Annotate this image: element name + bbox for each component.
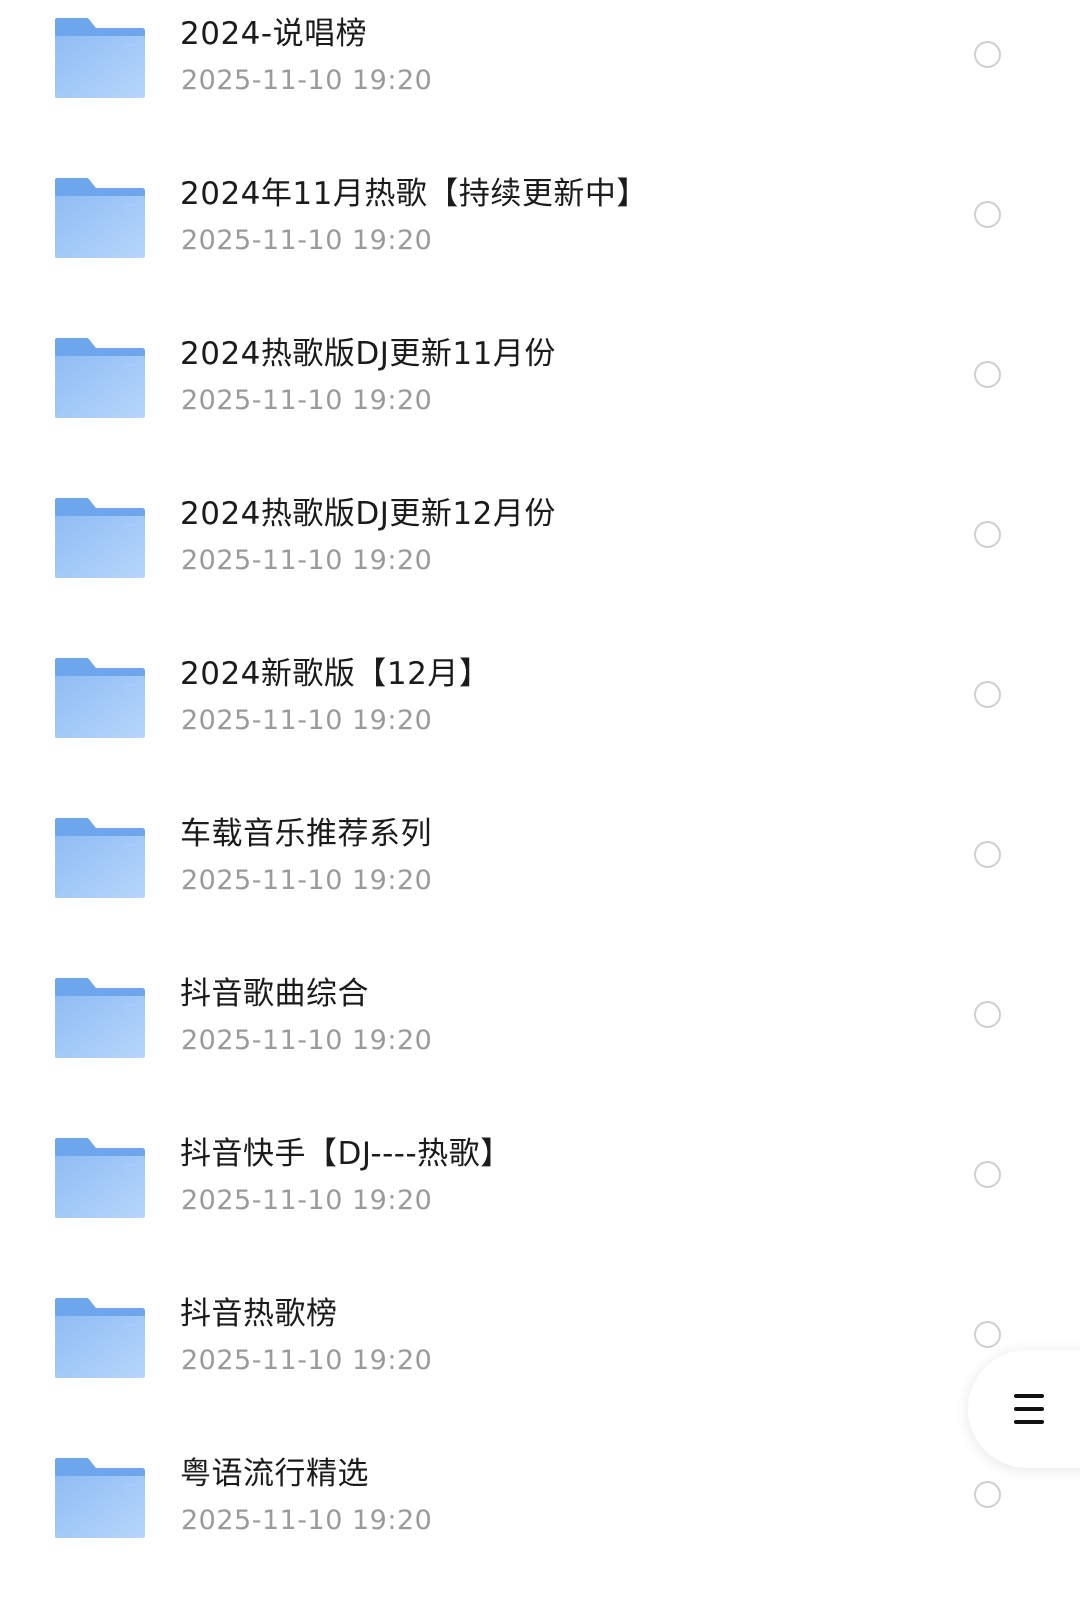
- folder-row[interactable]: 抖音热歌榜 2025-11-10 19:20: [0, 1280, 1080, 1440]
- hamburger-menu-icon: [1014, 1394, 1044, 1424]
- folder-date: 2025-11-10 19:20: [181, 705, 433, 736]
- folder-icon: [55, 1138, 145, 1218]
- folder-icon: [55, 818, 145, 898]
- folder-icon: [55, 1458, 145, 1538]
- folder-date: 2025-11-10 19:20: [181, 1025, 433, 1056]
- folder-name: 2024年11月热歌【持续更新中】: [180, 176, 648, 212]
- folder-date: 2025-11-10 19:20: [181, 1345, 433, 1376]
- folder-name: 抖音歌曲综合: [180, 976, 369, 1012]
- radio-circle-icon[interactable]: [974, 1161, 1001, 1188]
- folder-name: 抖音快手【DJ----热歌】: [180, 1136, 512, 1172]
- folder-date: 2025-11-10 19:20: [181, 65, 433, 96]
- folder-row[interactable]: 2024年11月热歌【持续更新中】 2025-11-10 19:20: [0, 160, 1080, 320]
- folder-row[interactable]: 2024热歌版DJ更新12月份 2025-11-10 19:20: [0, 480, 1080, 640]
- folder-date: 2025-11-10 19:20: [181, 545, 433, 576]
- folder-row[interactable]: 抖音快手【DJ----热歌】 2025-11-10 19:20: [0, 1120, 1080, 1280]
- folder-name: 粤语流行精选: [180, 1456, 369, 1492]
- menu-button[interactable]: [968, 1350, 1080, 1468]
- folder-name: 车载音乐推荐系列: [180, 816, 432, 852]
- radio-circle-icon[interactable]: [974, 361, 1001, 388]
- folder-icon: [55, 1298, 145, 1378]
- folder-date: 2025-11-10 19:20: [181, 865, 433, 896]
- folder-name: 2024热歌版DJ更新11月份: [180, 336, 556, 372]
- folder-icon: [55, 498, 145, 578]
- folder-name: 2024热歌版DJ更新12月份: [180, 496, 556, 532]
- radio-circle-icon[interactable]: [974, 841, 1001, 868]
- radio-circle-icon[interactable]: [974, 201, 1001, 228]
- folder-row[interactable]: 2024-说唱榜 2025-11-10 19:20: [0, 0, 1080, 160]
- folder-row[interactable]: 2024新歌版【12月】 2025-11-10 19:20: [0, 640, 1080, 800]
- folder-name: 抖音热歌榜: [180, 1296, 338, 1332]
- radio-circle-icon[interactable]: [974, 1481, 1001, 1508]
- folder-list: 2024-说唱榜 2025-11-10 19:20 2024年11月热歌【持续更…: [0, 0, 1080, 1584]
- folder-icon: [55, 338, 145, 418]
- radio-circle-icon[interactable]: [974, 1321, 1001, 1348]
- folder-date: 2025-11-10 19:20: [181, 385, 433, 416]
- folder-date: 2025-11-10 19:20: [181, 1505, 433, 1536]
- radio-circle-icon[interactable]: [974, 521, 1001, 548]
- folder-date: 2025-11-10 19:20: [181, 225, 433, 256]
- folder-icon: [55, 978, 145, 1058]
- folder-row[interactable]: 2024热歌版DJ更新11月份 2025-11-10 19:20: [0, 320, 1080, 480]
- folder-date: 2025-11-10 19:20: [181, 1185, 433, 1216]
- folder-name: 2024-说唱榜: [180, 16, 368, 52]
- folder-name: 2024新歌版【12月】: [180, 656, 491, 692]
- folder-icon: [55, 658, 145, 738]
- folder-row[interactable]: 抖音歌曲综合 2025-11-10 19:20: [0, 960, 1080, 1120]
- folder-icon: [55, 18, 145, 98]
- folder-row[interactable]: 粤语流行精选 2025-11-10 19:20: [0, 1440, 1080, 1600]
- radio-circle-icon[interactable]: [974, 681, 1001, 708]
- radio-circle-icon[interactable]: [974, 41, 1001, 68]
- radio-circle-icon[interactable]: [974, 1001, 1001, 1028]
- folder-row[interactable]: 车载音乐推荐系列 2025-11-10 19:20: [0, 800, 1080, 960]
- folder-icon: [55, 178, 145, 258]
